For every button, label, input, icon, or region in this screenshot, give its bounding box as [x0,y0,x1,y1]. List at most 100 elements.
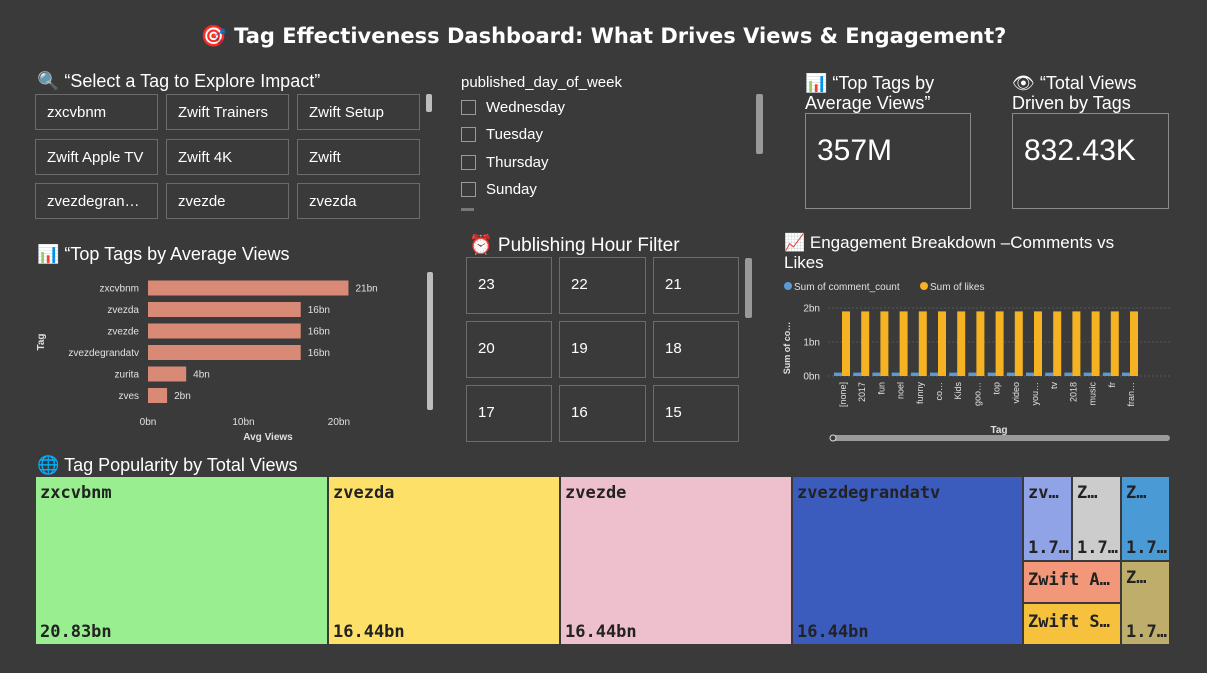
comment-bar [1045,372,1054,376]
treemap-tile[interactable]: Zwift S… [1023,603,1121,645]
comment-bar [872,372,881,376]
tag-option-zwift-setup[interactable]: Zwift Setup [297,94,420,130]
clipped-checkbox [461,208,474,211]
day-slicer-scrollbar[interactable] [756,94,763,154]
checkbox[interactable] [461,127,476,142]
hour-filter-scrollbar[interactable] [745,258,752,318]
tag-option-label: Zwift Setup [309,103,385,121]
tag-option-zvezda[interactable]: zvezda [297,183,420,219]
likes-bar [995,311,1004,376]
treemap-tile[interactable]: zv… 1.7… [1023,476,1072,561]
treemap-tile-value: 1.7… [1126,622,1167,642]
x-tick-label: 2018 [1068,382,1078,402]
likes-bar [1110,311,1119,376]
likes-bar [918,311,927,376]
treemap-tile[interactable]: Zwift A… [1023,561,1121,603]
bar-category-label: zurita [115,370,140,381]
bar-category-label: zxcvbnm [100,284,139,295]
hour-option-20[interactable]: 20 [466,321,552,378]
hour-label: 20 [478,340,495,357]
x-tick-label: co… [934,382,944,401]
legend-marker-likes [920,282,928,290]
tag-option-zvezdegrandatv[interactable]: zvezdegran… [35,183,158,219]
tag-option-zvezde[interactable]: zvezde [166,183,289,219]
y-axis-title: Sum of co… [782,322,792,375]
comment-bar [1083,372,1092,376]
x-tick-label: 0bn [140,417,157,428]
tag-option-label: zvezda [309,192,357,210]
hour-option-17[interactable]: 17 [466,385,552,442]
treemap-tile-value: 16.44bn [333,622,405,642]
day-option-thursday[interactable]: Thursday [461,154,549,171]
hour-option-19[interactable]: 19 [559,321,646,378]
kpi-total-views-heading: 👁 “Total Views Driven by Tags [1012,73,1137,113]
hour-label: 17 [478,404,495,421]
likes-bar [880,311,889,376]
likes-bar [1072,311,1081,376]
treemap-tile-value: 16.44bn [797,622,869,642]
scrollbar-handle [829,434,837,442]
kpi-total-views-card: 832.43K [1012,113,1169,209]
y-axis-title: Tag [36,333,47,350]
hour-option-15[interactable]: 15 [653,385,739,442]
checkbox[interactable] [461,182,476,197]
treemap-tile[interactable]: zvezdegrandatv 16.44bn [792,476,1023,645]
hour-option-23[interactable]: 23 [466,257,552,314]
likes-bar [899,311,908,376]
tag-option-zwift-trainers[interactable]: Zwift Trainers [166,94,289,130]
comment-bar [891,372,900,376]
x-tick-label: 10bn [232,417,254,428]
x-tick-label: goo… [972,382,982,406]
x-tick-label: fr [1107,382,1117,388]
x-tick-label: 2017 [857,382,867,402]
hour-label: 21 [665,276,682,293]
hour-option-22[interactable]: 22 [559,257,646,314]
tag-option-label: Zwift 4K [178,148,233,166]
day-option-sunday[interactable]: Sunday [461,181,537,198]
tag-slicer-scrollbar[interactable] [426,94,432,112]
day-option-tuesday[interactable]: Tuesday [461,126,543,143]
horizontal-scrollbar[interactable] [830,435,1170,441]
hour-label: 23 [478,276,495,293]
likes-bar [1034,311,1042,376]
kpi-avg-views-heading: 📊 “Top Tags by Average Views” [805,73,934,113]
hour-option-16[interactable]: 16 [559,385,646,442]
day-option-wednesday[interactable]: Wednesday [461,99,565,116]
bar-data-label: 16bn [308,327,330,338]
treemap-tile[interactable]: zxcvbnm 20.83bn [35,476,328,645]
kpi-total-views-value: 832.43K [1024,134,1136,167]
tag-option-zxcvbnm[interactable]: zxcvbnm [35,94,158,130]
day-label: Tuesday [486,126,543,143]
day-slicer-heading: published_day_of_week [461,74,622,91]
y-tick-label: 0bn [803,372,820,383]
treemap-tile-name: zv… [1028,483,1059,503]
comment-bar [930,372,938,376]
hour-label: 15 [665,404,682,421]
tag-option-zwift-4k[interactable]: Zwift 4K [166,139,289,175]
day-label: Thursday [486,154,549,171]
bar-chart-scrollbar[interactable] [427,272,433,410]
bar [148,366,187,382]
treemap-tile[interactable]: Z… 1.7… [1121,561,1170,645]
treemap-tile-name: zvezde [565,483,627,503]
day-label: Wednesday [486,99,565,116]
likes-bar [1130,311,1138,376]
treemap-tile-value: 20.83bn [40,622,112,642]
comment-bar [1026,372,1034,376]
treemap-tile[interactable]: Z… 1.7… [1121,476,1170,561]
treemap-tile[interactable]: zvezda 16.44bn [328,476,560,645]
tag-option-label: Zwift Trainers [178,103,269,121]
checkbox[interactable] [461,155,476,170]
checkbox[interactable] [461,100,476,115]
tag-option-zwift-apple-tv[interactable]: Zwift Apple TV [35,139,158,175]
treemap-tile[interactable]: zvezde 16.44bn [560,476,792,645]
engagement-heading-line: 📈 Engagement Breakdown –Comments vs [784,233,1115,252]
tag-option-label: Zwift Apple TV [47,148,144,166]
x-tick-label: you… [1030,382,1040,406]
engagement-heading: 📈 Engagement Breakdown –Comments vs Likes [784,233,1114,273]
treemap-tile[interactable]: Z… 1.7… [1072,476,1121,561]
comment-bar [834,372,842,376]
hour-option-21[interactable]: 21 [653,257,739,314]
hour-option-18[interactable]: 18 [653,321,739,378]
tag-option-zwift[interactable]: Zwift [297,139,420,175]
